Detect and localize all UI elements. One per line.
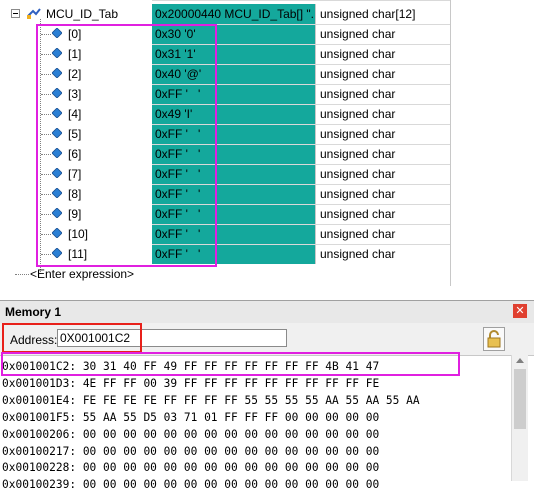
tree-connector: [15, 274, 29, 275]
row-divider: [152, 0, 450, 1]
element-type: unsigned char: [315, 64, 450, 84]
memory-title: Memory 1: [5, 305, 62, 319]
memory-line[interactable]: 0x00100217: 00 00 00 00 00 00 00 00 00 0…: [2, 444, 420, 461]
enter-expression-row[interactable]: <Enter expression>: [0, 264, 450, 284]
root-name: MCU_ID_Tab: [46, 7, 119, 21]
name-cell: MCU_ID_Tab: [0, 4, 152, 24]
scroll-up-icon[interactable]: [516, 358, 524, 363]
element-type: unsigned char: [315, 184, 450, 204]
element-type: unsigned char: [315, 104, 450, 124]
memory-line[interactable]: 0x00100206: 00 00 00 00 00 00 00 00 00 0…: [2, 427, 420, 444]
element-type: unsigned char: [315, 244, 450, 264]
root-type: unsigned char[12]: [315, 4, 450, 24]
element-type: unsigned char: [315, 144, 450, 164]
memory-line[interactable]: 0x00100228: 00 00 00 00 00 00 00 00 00 0…: [2, 460, 420, 477]
element-type: unsigned char: [315, 164, 450, 184]
memory-window: Memory 1 ✕ Address: 0x001001C2: 30 31 40…: [0, 300, 534, 491]
element-type: unsigned char: [315, 204, 450, 224]
watch-row-root[interactable]: MCU_ID_Tab 0x20000440 MCU_ID_Tab[] "... …: [0, 4, 450, 24]
root-value[interactable]: 0x20000440 MCU_ID_Tab[] "...: [152, 4, 315, 24]
memory-line[interactable]: 0x001001E4: FE FE FE FE FF FF FF FF 55 5…: [2, 393, 420, 410]
close-icon[interactable]: ✕: [513, 304, 527, 318]
element-type: unsigned char: [315, 124, 450, 144]
highlight-box-elements: [36, 24, 217, 267]
highlight-box-address: [2, 323, 142, 353]
scroll-thumb[interactable]: [514, 369, 526, 429]
element-type: unsigned char: [315, 224, 450, 244]
memory-line[interactable]: 0x001001F5: 55 AA 55 D5 03 71 01 FF FF F…: [2, 410, 420, 427]
watch-window: MCU_ID_Tab 0x20000440 MCU_ID_Tab[] "... …: [0, 0, 534, 292]
collapse-icon[interactable]: [11, 9, 20, 18]
enter-expression-label[interactable]: <Enter expression>: [30, 267, 134, 281]
highlight-box-memory-line: [1, 352, 460, 376]
lock-icon[interactable]: [483, 327, 505, 351]
element-type: unsigned char: [315, 44, 450, 64]
memory-scrollbar[interactable]: [511, 355, 528, 481]
memory-line[interactable]: 0x001001D3: 4E FF FF 00 39 FF FF FF FF F…: [2, 376, 420, 393]
memory-title-bar: Memory 1 ✕: [0, 301, 534, 324]
element-type: unsigned char: [315, 84, 450, 104]
column-divider: [450, 0, 451, 286]
element-type: unsigned char: [315, 24, 450, 44]
memory-dump[interactable]: 0x001001C2: 30 31 40 FF 49 FF FF FF FF F…: [2, 359, 420, 494]
